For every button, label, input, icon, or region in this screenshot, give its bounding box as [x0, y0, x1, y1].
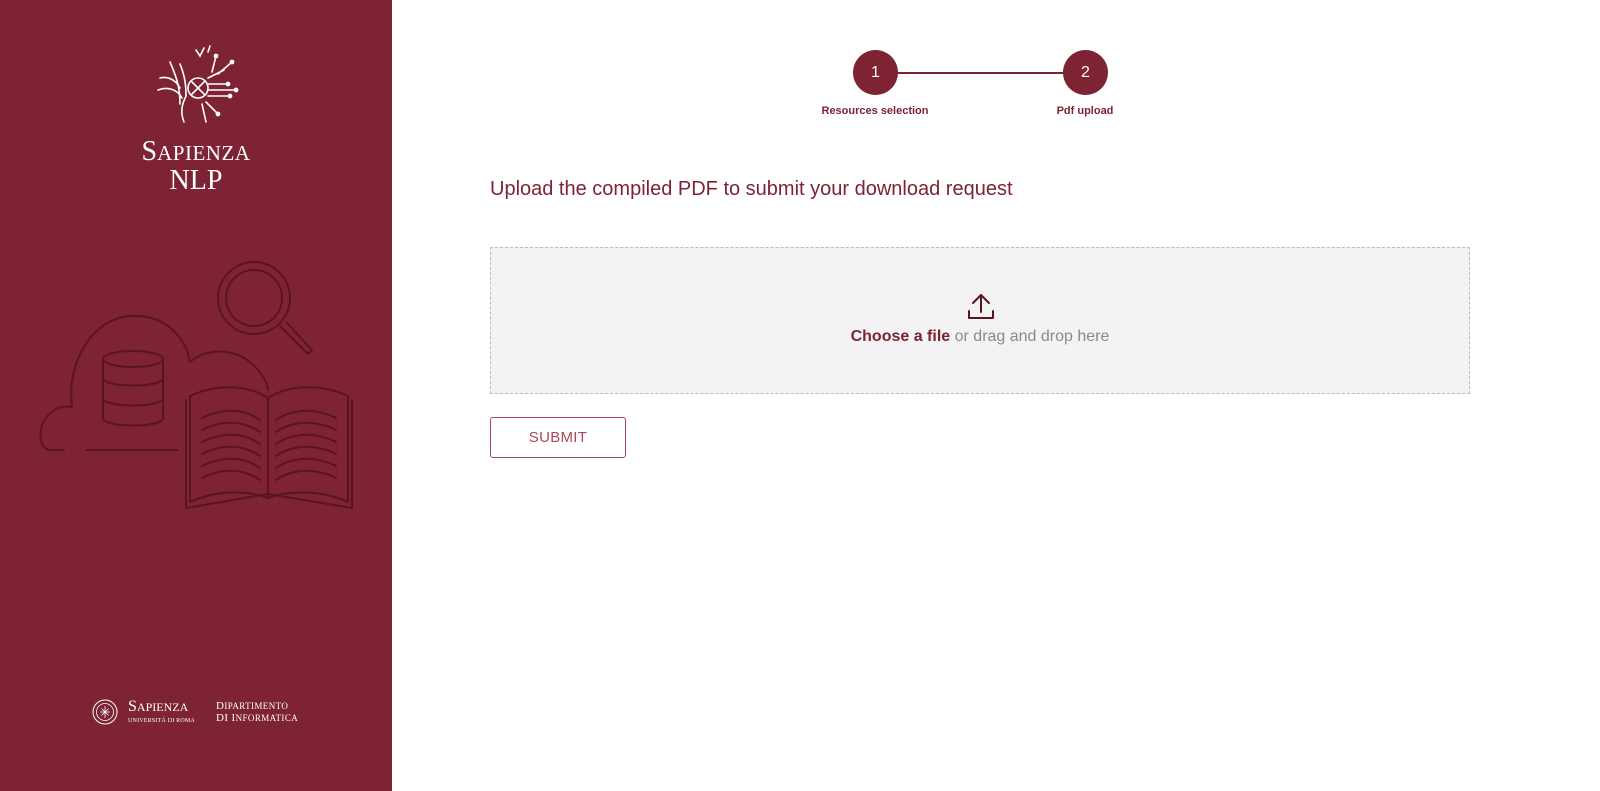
sapienza-nlp-logo-icon — [157, 45, 239, 123]
page-heading: Upload the compiled PDF to submit your d… — [490, 178, 1013, 200]
footer-logos: SAPIENZA UNIVERSITÀ DI ROMA DIPARTIMENTO… — [92, 696, 312, 730]
choose-file-link[interactable]: Choose a file — [851, 328, 951, 345]
footer-dipartimento-wordmark: DIPARTIMENTO DI INFORMATICA — [216, 700, 299, 724]
stepper-connector — [876, 72, 1086, 74]
footer-sapienza-wordmark: SAPIENZA — [128, 698, 189, 715]
upload-icon — [968, 294, 994, 319]
sapienza-nlp-wordmark: SAPIENZA NLP — [141, 136, 251, 196]
submit-button[interactable]: SUBMIT — [490, 417, 626, 458]
footer-sapienza-subtitle: UNIVERSITÀ DI ROMA — [128, 718, 195, 724]
step-2-circle[interactable]: 2 — [1063, 50, 1108, 95]
file-dropzone[interactable]: Choose a file or drag and drop here — [490, 247, 1470, 394]
sapienza-seal-icon — [92, 699, 118, 725]
step-2-label: Pdf upload — [1056, 105, 1114, 117]
sidebar: SAPIENZA NLP SAPIENZA UNIVERSITÀ DI ROMA… — [0, 0, 392, 791]
dropzone-hint: or drag and drop here — [950, 328, 1110, 345]
cloud-database-book-search-illustration — [39, 261, 353, 509]
dropzone-text: Choose a file or drag and drop here — [491, 328, 1469, 346]
step-1-circle[interactable]: 1 — [853, 50, 898, 95]
step-1-label: Resources selection — [821, 105, 929, 117]
